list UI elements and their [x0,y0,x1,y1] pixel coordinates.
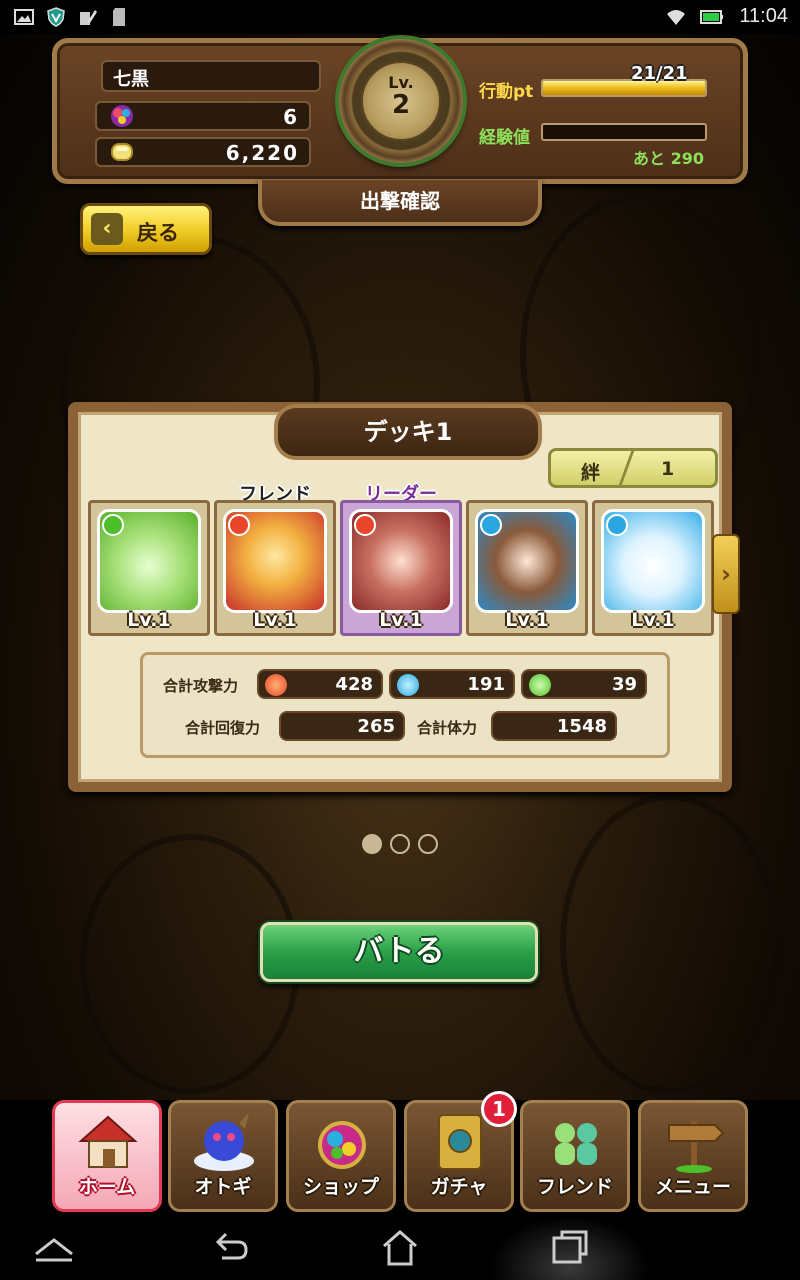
page-dot-2[interactable] [390,834,410,854]
bond-value: 1 [661,458,675,480]
fire-attack: 428 [257,669,383,699]
deck-card-1[interactable]: Lv.1 [88,500,210,636]
deck-panel: デッキ1 絆 1 フレンド リーダー Lv.1 Lv.1 Lv.1 Lv.1 L… [68,402,740,792]
shop-orb-icon [318,1121,366,1169]
monster-icon [194,1113,254,1171]
player-status-panel: 七黒 6 6,220 Lv. 2 行動pt 21/21 経験値 あと 290 [52,38,748,184]
coin-counter: 6,220 [95,137,311,167]
next-deck-arrow[interactable]: › [712,534,740,614]
water-orb-icon [397,674,419,696]
hide-nav-icon[interactable] [30,1224,78,1272]
system-navigation-bar [0,1216,800,1280]
experience-label: 経験値 [479,128,530,148]
deck-card-3-leader[interactable]: Lv.1 [340,500,462,636]
tab-friend[interactable]: フレンド [520,1100,630,1212]
experience-bar [541,123,707,141]
bottom-tab-bar: ホーム オトギ ショップ ガチャ 1 フレンド メニュー [0,1091,800,1212]
signpost-icon [668,1121,725,1173]
sd-card-notification-icon [113,8,125,26]
deck-card-5[interactable]: Lv.1 [592,500,714,636]
page-dot-3[interactable] [418,834,438,854]
gem-count: 6 [283,105,299,129]
water-element-icon [480,514,502,536]
spellbook-icon [438,1114,482,1170]
tab-gacha[interactable]: ガチャ 1 [404,1091,517,1212]
fire-orb-icon [265,674,287,696]
card-level: Lv.1 [505,609,549,631]
deck-card-4[interactable]: Lv.1 [466,500,588,636]
bond-counter: 絆 1 [548,448,718,488]
screen-title: 出撃確認 [258,180,542,226]
gem-icon [111,105,133,127]
home-nav-icon[interactable] [376,1224,424,1272]
gem-counter: 6 [95,101,311,131]
water-attack: 191 [389,669,515,699]
tab-home[interactable]: ホーム [52,1100,162,1212]
coin-count: 6,220 [225,141,299,165]
wind-orb-icon [529,674,551,696]
action-points-value: 21/21 [631,63,688,84]
tab-shop[interactable]: ショップ [286,1100,396,1212]
total-recovery: 265 [279,711,405,741]
wind-element-icon [102,514,124,536]
gacha-notification-badge: 1 [481,1091,517,1127]
card-level: Lv.1 [379,609,423,631]
battle-button[interactable]: バトる [260,922,538,982]
wifi-icon [667,10,685,25]
deck-stats: 合計攻撃力 428 191 39 合計回復力 265 合計体力 1548 [140,652,670,758]
card-level: Lv.1 [253,609,297,631]
recent-apps-nav-icon[interactable] [546,1224,594,1272]
status-bar: 11:04 [0,0,800,34]
total-attack-label: 合計攻撃力 [163,677,239,695]
total-recovery-label: 合計回復力 [185,719,261,737]
player-name: 七黒 [101,60,321,92]
back-nav-icon[interactable] [206,1224,254,1272]
card-level: Lv.1 [127,609,171,631]
experience-remaining: あと 290 [633,149,704,168]
back-button-label: 戻る [137,221,179,245]
level-value: 2 [391,90,411,120]
total-hp: 1548 [491,711,617,741]
coin-icon [111,143,133,161]
level-emblem: Lv. 2 [339,39,463,163]
page-dot-1[interactable] [362,834,382,854]
clock: 11:04 [739,5,788,27]
fire-element-icon [354,514,376,536]
friends-icon [555,1123,597,1165]
edit-notification-icon [80,10,97,25]
water-element-icon [606,514,628,536]
deck-title: デッキ1 [274,404,542,460]
gallery-notification-icon [14,9,34,25]
fire-element-icon [228,514,250,536]
card-level: Lv.1 [631,609,675,631]
house-icon [78,1115,138,1168]
chevron-left-icon: ‹ [91,213,123,245]
battery-icon [700,10,723,24]
tab-otogi[interactable]: オトギ [168,1100,278,1212]
total-hp-label: 合計体力 [417,719,478,737]
tab-menu[interactable]: メニュー [638,1100,748,1212]
bond-label: 絆 [581,462,601,484]
action-points-label: 行動pt [479,82,534,102]
deck-card-2-friend[interactable]: Lv.1 [214,500,336,636]
back-button[interactable]: ‹ 戻る [80,203,212,255]
shield-notification-icon [47,7,65,27]
wind-attack: 39 [521,669,647,699]
